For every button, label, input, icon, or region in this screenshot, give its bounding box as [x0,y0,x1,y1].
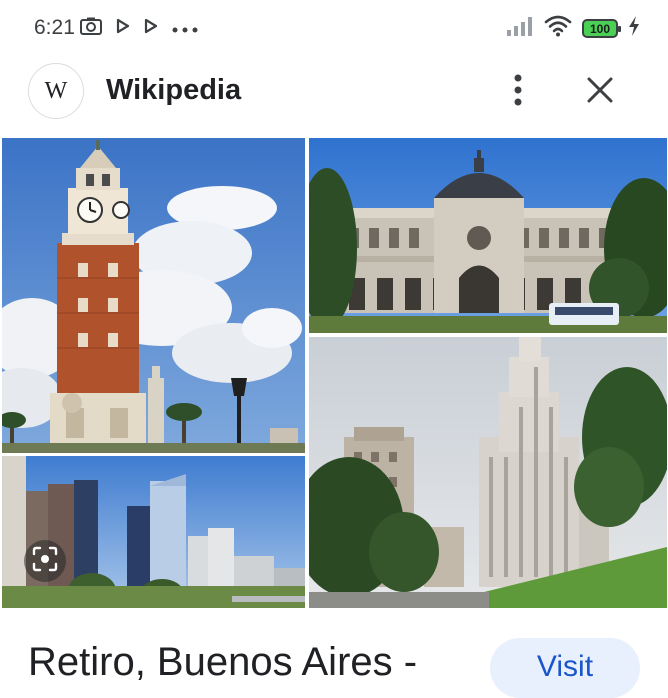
city-skyline-photo[interactable] [2,456,305,608]
close-icon [587,77,613,108]
charging-icon [628,16,640,41]
battery-icon: 100 [582,19,621,38]
station-building-photo[interactable] [309,138,667,333]
kavanagh-building-photo[interactable] [309,337,667,608]
lens-button[interactable] [24,540,66,582]
signal-icon [506,16,534,41]
close-button[interactable] [578,70,622,114]
play-icon [116,18,130,39]
clock-tower-photo[interactable] [2,138,305,453]
status-time: 6:21 [34,16,75,39]
play-icon [144,18,158,39]
status-notification-icons [80,17,198,40]
site-header: W Wikipedia [0,60,668,124]
visit-button[interactable]: Visit [490,638,640,698]
camera-icon [80,17,102,40]
more-dots-icon [172,20,198,38]
more-options-button[interactable] [498,68,538,116]
image-gallery [0,138,668,608]
status-system-icons: 100 [506,15,640,42]
result-title: Retiro, Buenos Aires - [28,640,418,684]
site-logo[interactable]: W [28,63,84,119]
more-vert-icon [514,74,522,111]
site-title: Wikipedia [106,74,242,106]
status-bar: 6:21 100 [0,0,668,56]
wifi-icon [544,15,572,42]
lens-scan-icon [32,546,58,577]
